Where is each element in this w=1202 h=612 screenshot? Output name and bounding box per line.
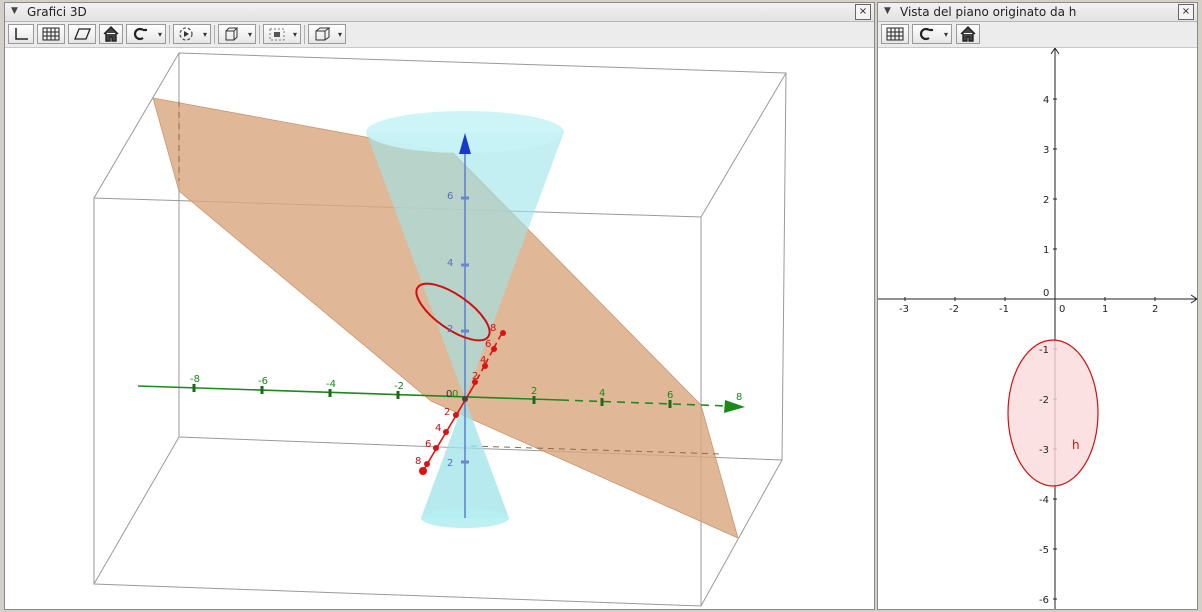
x-label: 0 bbox=[452, 389, 458, 400]
chevron-down-icon: ▾ bbox=[202, 30, 207, 39]
z-label: 2 bbox=[447, 324, 453, 335]
grid-toggle-button[interactable] bbox=[881, 24, 909, 44]
x-label: -6 bbox=[258, 376, 268, 387]
collapse-triangle-icon[interactable]: ▼ bbox=[884, 6, 891, 16]
rotate-icon bbox=[919, 27, 933, 41]
close-icon[interactable]: × bbox=[1178, 4, 1194, 20]
y-label: 8 bbox=[490, 323, 496, 334]
toolbar-separator bbox=[214, 25, 215, 44]
x-tick-label: -2 bbox=[949, 304, 959, 315]
projection-icon bbox=[269, 28, 285, 41]
z-label: 4 bbox=[447, 258, 453, 269]
plane-view-panel: ▼ Vista del piano originato da h × ▾ -3 … bbox=[877, 2, 1198, 610]
x-tick-label: 2 bbox=[1152, 304, 1158, 315]
home-icon bbox=[103, 26, 119, 42]
axes-icon bbox=[15, 28, 28, 40]
x-label: 6 bbox=[667, 390, 673, 401]
grid-icon bbox=[42, 27, 60, 41]
chevron-down-icon: ▾ bbox=[157, 30, 162, 39]
rotate-view-icon bbox=[133, 27, 147, 41]
toolbar-separator bbox=[259, 25, 260, 44]
graphics-3d-titlebar[interactable]: ▼ Grafici 3D × bbox=[5, 3, 874, 22]
x-label: -8 bbox=[190, 374, 200, 385]
collapse-triangle-icon[interactable]: ▼ bbox=[11, 6, 18, 16]
close-icon[interactable]: × bbox=[855, 4, 871, 20]
y-label: 2 bbox=[444, 407, 450, 418]
y-tick-label: -2 bbox=[1039, 395, 1049, 406]
conic-h-label: h bbox=[1072, 438, 1080, 452]
z-label: 2 bbox=[447, 458, 453, 469]
x-label: 4 bbox=[599, 388, 605, 399]
axes-toggle-button[interactable] bbox=[8, 24, 34, 44]
x-label: -4 bbox=[326, 379, 336, 390]
plane-icon bbox=[74, 28, 91, 40]
x-label: 2 bbox=[531, 386, 537, 397]
chevron-down-icon: ▾ bbox=[943, 30, 948, 39]
animate-dropdown[interactable]: ▾ bbox=[173, 24, 211, 44]
y-tick-label: -4 bbox=[1039, 495, 1049, 506]
box-icon bbox=[315, 27, 331, 41]
grid-icon bbox=[886, 27, 904, 41]
y-tick-label: 0 bbox=[1043, 288, 1049, 299]
plane-view-toolbar: ▾ bbox=[878, 22, 1197, 48]
toolbar-separator bbox=[169, 25, 170, 44]
y-label: 2 bbox=[472, 371, 478, 382]
x-label: 8 bbox=[736, 392, 742, 403]
standard-view-button[interactable] bbox=[99, 24, 123, 44]
panel-title: Grafici 3D bbox=[27, 5, 87, 19]
y-tick-label: -5 bbox=[1039, 545, 1049, 556]
grid-toggle-button[interactable] bbox=[37, 24, 65, 44]
home-icon bbox=[960, 26, 976, 42]
y-label: 6 bbox=[425, 439, 431, 450]
panel-title: Vista del piano originato da h bbox=[900, 5, 1077, 19]
box-dropdown[interactable]: ▾ bbox=[308, 24, 346, 44]
scene-labels: -8 -6 -4 -2 0 2 4 6 8 8 6 4 2 2 4 6 8 6 … bbox=[190, 191, 742, 469]
y-tick-label: 3 bbox=[1043, 145, 1049, 156]
view-direction-icon bbox=[225, 27, 239, 41]
y-label: 4 bbox=[480, 355, 486, 366]
z-axis-labels: 6 4 2 2 bbox=[447, 191, 453, 469]
x-tick-label: -3 bbox=[899, 304, 909, 315]
conic-h[interactable] bbox=[1007, 339, 1099, 487]
y-tick-label: 2 bbox=[1043, 195, 1049, 206]
y-label: 8 bbox=[415, 456, 421, 467]
y-label: 4 bbox=[435, 423, 441, 434]
x-tick-label: 0 bbox=[1059, 304, 1065, 315]
graphics-3d-panel: ▼ Grafici 3D × ▾ ▾ ▾ ▾ ▾ -8 -6 -4 -2 0 2… bbox=[4, 2, 875, 610]
y-tick-label: -6 bbox=[1039, 595, 1049, 606]
plane-view-titlebar[interactable]: ▼ Vista del piano originato da h × bbox=[878, 3, 1197, 22]
standard-view-button[interactable] bbox=[956, 24, 980, 44]
y-tick-labels: 4 3 2 1 0 -1 -2 -3 -4 -5 -6 bbox=[1039, 95, 1049, 606]
chevron-down-icon: ▾ bbox=[247, 30, 252, 39]
chevron-down-icon: ▾ bbox=[292, 30, 297, 39]
y-tick-label: -1 bbox=[1039, 345, 1049, 356]
y-tick-label: 4 bbox=[1043, 95, 1049, 106]
rotate-view-dropdown[interactable]: ▾ bbox=[126, 24, 166, 44]
plane-view-canvas[interactable]: -3 -2 -1 0 1 2 4 3 2 1 0 -1 -2 -3 -4 -5 … bbox=[878, 48, 1197, 609]
toolbar-separator bbox=[304, 25, 305, 44]
view-direction-dropdown[interactable]: ▾ bbox=[218, 24, 256, 44]
y-tick-label: -3 bbox=[1039, 445, 1049, 456]
graphics-3d-toolbar: ▾ ▾ ▾ ▾ ▾ bbox=[5, 22, 874, 48]
projection-dropdown[interactable]: ▾ bbox=[263, 24, 301, 44]
x-label: -2 bbox=[394, 381, 404, 392]
rotate-dropdown[interactable]: ▾ bbox=[912, 24, 952, 44]
y-tick-label: 1 bbox=[1043, 245, 1049, 256]
x-tick-label: -1 bbox=[999, 304, 1009, 315]
animate-icon bbox=[179, 27, 193, 41]
y-label: 6 bbox=[485, 339, 491, 350]
origin-label: 0 bbox=[446, 389, 452, 400]
plane-2d-graph[interactable]: -3 -2 -1 0 1 2 4 3 2 1 0 -1 -2 -3 -4 -5 … bbox=[878, 48, 1197, 609]
plane-toggle-button[interactable] bbox=[68, 24, 96, 44]
x-tick-labels: -3 -2 -1 0 1 2 bbox=[899, 304, 1158, 315]
chevron-down-icon: ▾ bbox=[337, 30, 342, 39]
x-tick-label: 1 bbox=[1102, 304, 1108, 315]
x-axis-labels: -8 -6 -4 -2 0 2 4 6 8 bbox=[190, 374, 742, 403]
z-label: 6 bbox=[447, 191, 453, 202]
graphics-3d-canvas[interactable]: -8 -6 -4 -2 0 2 4 6 8 8 6 4 2 2 4 6 8 6 … bbox=[5, 48, 874, 609]
